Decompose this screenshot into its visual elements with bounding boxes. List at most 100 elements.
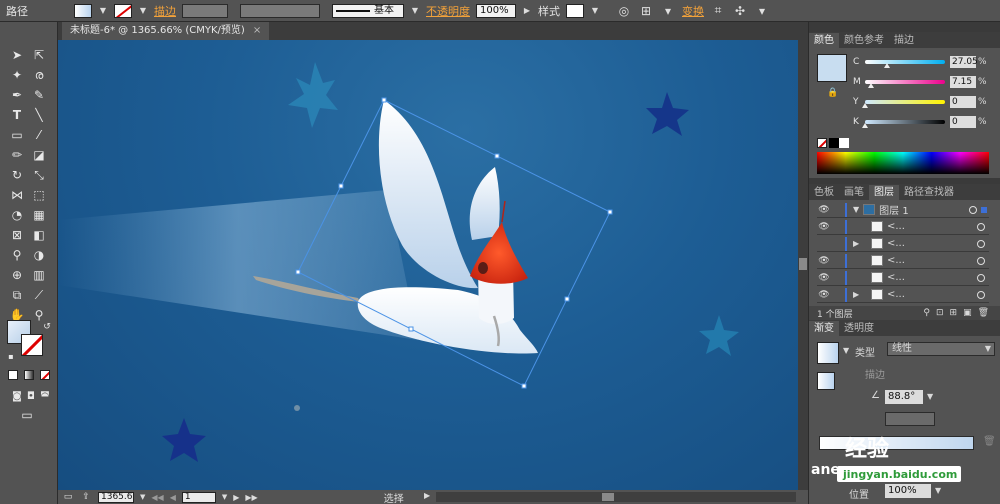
slider-knob[interactable] [862,123,868,128]
next-page-icon[interactable]: ▶ [233,493,239,502]
first-page-icon[interactable]: ◀◀ [151,493,163,502]
selection-handle[interactable] [564,296,570,302]
chevron-right-icon[interactable]: ▶ [853,239,867,248]
sublayer-row[interactable]: 👁 ▶ <... [817,287,989,303]
mesh-tool-icon[interactable]: ⊠ [8,226,26,244]
tab-transparency[interactable]: 透明度 [839,321,879,336]
slider-knob[interactable] [867,83,874,88]
width-tool-icon[interactable]: ⋈ [8,186,26,204]
variable-width-field[interactable] [240,3,320,18]
layer-row[interactable]: 👁 ▼ 图层 1 [817,202,989,218]
export-icon[interactable]: ⇪ [80,491,92,503]
arrange-icon[interactable]: ✣ [732,3,748,19]
pen-tool-icon[interactable]: ✒ [8,86,26,104]
align-options-icon[interactable]: ▾ [660,3,676,19]
tab-stroke[interactable]: 描边 [889,33,919,48]
paintbrush-tool-icon[interactable]: ⁄ [30,126,48,144]
artboard-nav-icon[interactable]: ▭ [62,491,74,503]
screen-mode-icon[interactable]: ▭ [18,406,36,424]
target-icon[interactable] [977,290,985,299]
gradient-mode-icon[interactable] [24,370,34,380]
stroke-color-box[interactable] [21,334,43,356]
fill-swatch[interactable] [74,3,92,18]
rotate-tool-icon[interactable]: ↻ [8,166,26,184]
slider-track[interactable] [862,120,945,128]
chevron-down-icon[interactable]: ▼ [138,4,148,18]
scroll-thumb[interactable] [799,258,807,270]
pencil-tool-icon[interactable]: ✏ [8,146,26,164]
zoom-field[interactable]: 1365.6 [98,491,134,503]
opacity-label[interactable]: 不透明度 [426,3,470,19]
none-color-icon[interactable] [817,138,827,148]
gradient-tool-icon[interactable]: ◧ [30,226,48,244]
slider-track[interactable] [865,60,945,68]
channel-value[interactable]: 7.15 [950,76,976,88]
panel-menu-icon[interactable]: ▾ [754,3,770,19]
scale-tool-icon[interactable]: ⤡ [30,166,48,184]
sublayer-row[interactable]: ▶ <... [817,236,989,252]
target-icon[interactable] [977,256,985,265]
color-spectrum[interactable] [817,152,989,174]
slider-knob[interactable] [883,63,890,68]
angle-field[interactable]: 88.8° [885,390,923,404]
slider-track[interactable] [862,100,945,108]
slider-m[interactable]: M 7.15 % [853,74,993,90]
eye-icon[interactable]: 👁 [817,205,831,215]
default-colors-icon[interactable]: ▪ [2,348,20,366]
selection-handle[interactable] [338,183,344,189]
blend-tool-icon[interactable]: ◑ [30,246,48,264]
close-icon[interactable]: × [253,25,261,36]
selection-handle[interactable] [607,209,613,215]
draw-inside-icon[interactable]: ◚ [36,388,54,406]
sublayer-name[interactable]: <... [887,238,905,249]
brush-definition[interactable]: 基本 [332,3,404,18]
chevron-down-icon[interactable]: ▼ [98,4,108,18]
vertical-scrollbar[interactable] [798,40,808,490]
tab-color-guide[interactable]: 颜色参考 [839,33,889,48]
eraser-tool-icon[interactable]: ◪ [30,146,48,164]
fill-preview[interactable] [817,54,847,82]
slider-knob[interactable] [862,103,868,108]
align-icon[interactable]: ⊞ [638,3,654,19]
sublayer-row[interactable]: 👁 <... [817,270,989,286]
tab-brushes[interactable]: 画笔 [839,185,869,200]
black-color-icon[interactable] [829,138,839,148]
gradient-stroke-preview[interactable] [817,372,835,390]
chevron-right-icon[interactable]: ▶ [522,4,532,18]
slider-k[interactable]: K 0 % [853,114,993,130]
chevron-down-icon[interactable]: ▼ [853,205,859,214]
white-color-icon[interactable] [839,138,849,148]
none-mode-icon[interactable] [40,370,50,380]
magic-wand-tool-icon[interactable]: ✦ [8,66,26,84]
perspective-grid-tool-icon[interactable]: ▦ [30,206,48,224]
chevron-right-icon[interactable]: ▶ [853,290,867,299]
horizontal-scrollbar[interactable] [436,492,796,502]
selection-handle[interactable] [408,326,414,332]
color-mode-icon[interactable] [8,370,18,380]
style-swatch[interactable] [566,3,584,18]
last-page-icon[interactable]: ▶▶ [245,493,257,502]
eye-icon[interactable]: 👁 [817,222,831,232]
selection-handle[interactable] [494,153,500,159]
document-tab[interactable]: 未标题-6* @ 1365.66% (CMYK/预览) × [62,22,270,40]
direct-selection-tool-icon[interactable]: ⇱ [30,46,48,64]
selection-handle[interactable] [381,97,387,103]
transform-label[interactable]: 变换 [682,3,704,19]
channel-value[interactable]: 27.05 [950,56,978,68]
chevron-down-icon[interactable]: ▼ [843,346,849,355]
chevron-right-icon[interactable]: ▶ [424,491,430,500]
channel-value[interactable]: 0 [950,116,976,128]
lasso-tool-icon[interactable]: ര [30,66,48,84]
shape-builder-tool-icon[interactable]: ◔ [8,206,26,224]
eye-icon[interactable]: 👁 [817,273,831,283]
stroke-swatch[interactable] [114,3,132,18]
scroll-thumb[interactable] [602,493,614,501]
tab-swatches[interactable]: 色板 [809,185,839,200]
sublayer-name[interactable]: <... [887,272,905,283]
artboard-canvas[interactable] [58,40,798,490]
artboard-tool-icon[interactable]: ⧉ [8,286,26,304]
recolor-icon[interactable]: ◎ [616,3,632,19]
swap-colors-icon[interactable]: ↺ [38,318,56,336]
selection-handle[interactable] [521,383,527,389]
chevron-down-icon[interactable]: ▼ [935,486,941,495]
